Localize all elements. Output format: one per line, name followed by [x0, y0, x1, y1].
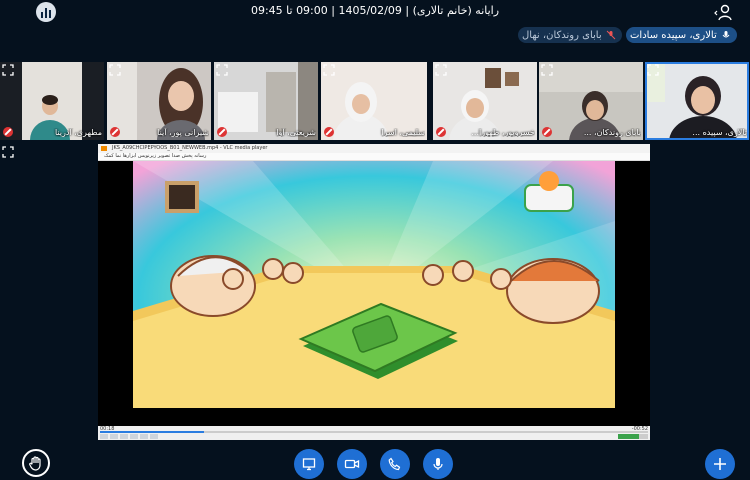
- pause-icon[interactable]: [100, 434, 108, 439]
- video-tile[interactable]: مطهری، آدرینا: [0, 62, 104, 140]
- expand-icon[interactable]: [109, 64, 121, 76]
- participant-name: سلیمی، اسرا: [381, 128, 425, 137]
- participant-name: شیرانی پور، آینا: [157, 128, 209, 137]
- video-tile[interactable]: شیرانی پور، آینا: [107, 62, 211, 140]
- playlist-icon[interactable]: [150, 434, 158, 439]
- fullscreen-icon[interactable]: [140, 434, 148, 439]
- talking-name-secondary: بابای روندکان، نهال: [522, 29, 602, 41]
- vlc-window-title: JKS_A09CHCIPEPYOOS_B01_NEWWEB.mp4 - VLC …: [112, 145, 268, 151]
- expand-icon[interactable]: [2, 146, 14, 158]
- microphone-icon: [433, 458, 443, 470]
- talking-indicator-primary: تالاری، سپیده سادات: [626, 27, 737, 43]
- bar-chart-icon: [41, 12, 43, 18]
- phone-icon: [388, 457, 401, 471]
- stop-icon[interactable]: [120, 434, 128, 439]
- muted-icon: [542, 127, 552, 137]
- meeting-title: رایانه (خانم تالاری) | 1405/02/09 | 09:0…: [250, 4, 500, 17]
- vlc-controls[interactable]: 00:18 -00:52: [98, 426, 650, 440]
- expand-icon[interactable]: [541, 64, 553, 76]
- vlc-titlebar: JKS_A09CHCIPEPYOOS_B01_NEWWEB.mp4 - VLC …: [98, 144, 650, 153]
- video-tile[interactable]: شریعتی، آوا: [214, 62, 318, 140]
- vlc-menu-items: رسانه پخش صدا تصویر زیرنویس ابزارها نما …: [104, 153, 207, 159]
- video-tile[interactable]: خسروپور، طهورا...: [433, 62, 537, 140]
- hand-icon: [29, 456, 41, 471]
- vlc-menubar: رسانه پخش صدا تصویر زیرنویس ابزارها نما …: [98, 153, 650, 161]
- video-tile[interactable]: سلیمی، اسرا: [321, 62, 427, 140]
- participant-name: خسروپور، طهورا...: [471, 128, 535, 137]
- plus-icon: [714, 458, 726, 470]
- muted-icon: [217, 127, 227, 137]
- expand-icon[interactable]: [323, 64, 335, 76]
- camera-button[interactable]: [337, 449, 367, 479]
- microphone-muted-icon: [606, 30, 615, 40]
- previous-icon[interactable]: [110, 434, 118, 439]
- stats-button[interactable]: [36, 2, 56, 22]
- microphone-button[interactable]: [423, 449, 453, 479]
- muted-icon: [110, 127, 120, 137]
- next-icon[interactable]: [130, 434, 138, 439]
- seek-bar-fill: [100, 431, 205, 433]
- shared-video: [98, 161, 650, 426]
- muted-icon: [436, 127, 446, 137]
- screen-share[interactable]: JKS_A09CHCIPEPYOOS_B01_NEWWEB.mp4 - VLC …: [98, 144, 650, 440]
- user-settings-icon[interactable]: [714, 3, 734, 21]
- raise-hand-button[interactable]: [22, 449, 50, 477]
- seek-bar[interactable]: [100, 431, 648, 433]
- monitor-icon: [302, 458, 316, 471]
- participant-name: مطهری، آدرینا: [54, 128, 102, 137]
- talking-indicator-secondary: بابای روندکان، نهال: [518, 27, 622, 43]
- expand-icon[interactable]: [435, 64, 447, 76]
- muted-icon: [3, 127, 13, 137]
- expand-icon[interactable]: [2, 64, 14, 76]
- share-screen-button[interactable]: [294, 449, 324, 479]
- video-camera-icon: [344, 459, 360, 469]
- audio-button[interactable]: [380, 449, 410, 479]
- participant-name: شریعتی، آوا: [276, 128, 316, 137]
- expand-icon[interactable]: [647, 64, 659, 76]
- participant-name: بابای روندکان، ...: [583, 128, 641, 137]
- participant-name: تالاری، سپیده ...: [692, 128, 747, 137]
- playback-buttons[interactable]: [100, 434, 158, 440]
- vlc-cone-icon: [101, 146, 107, 151]
- muted-icon: [324, 127, 334, 137]
- actions-button[interactable]: [705, 449, 735, 479]
- video-tile[interactable]: تالاری، سپیده ...: [645, 62, 749, 140]
- microphone-icon: [722, 31, 730, 38]
- volume-slider[interactable]: [618, 434, 648, 439]
- talking-name-primary: تالاری، سپیده سادات: [630, 29, 717, 41]
- expand-icon[interactable]: [216, 64, 228, 76]
- cartoon-frame: [133, 161, 615, 408]
- video-tile[interactable]: بابای روندکان، ...: [539, 62, 643, 140]
